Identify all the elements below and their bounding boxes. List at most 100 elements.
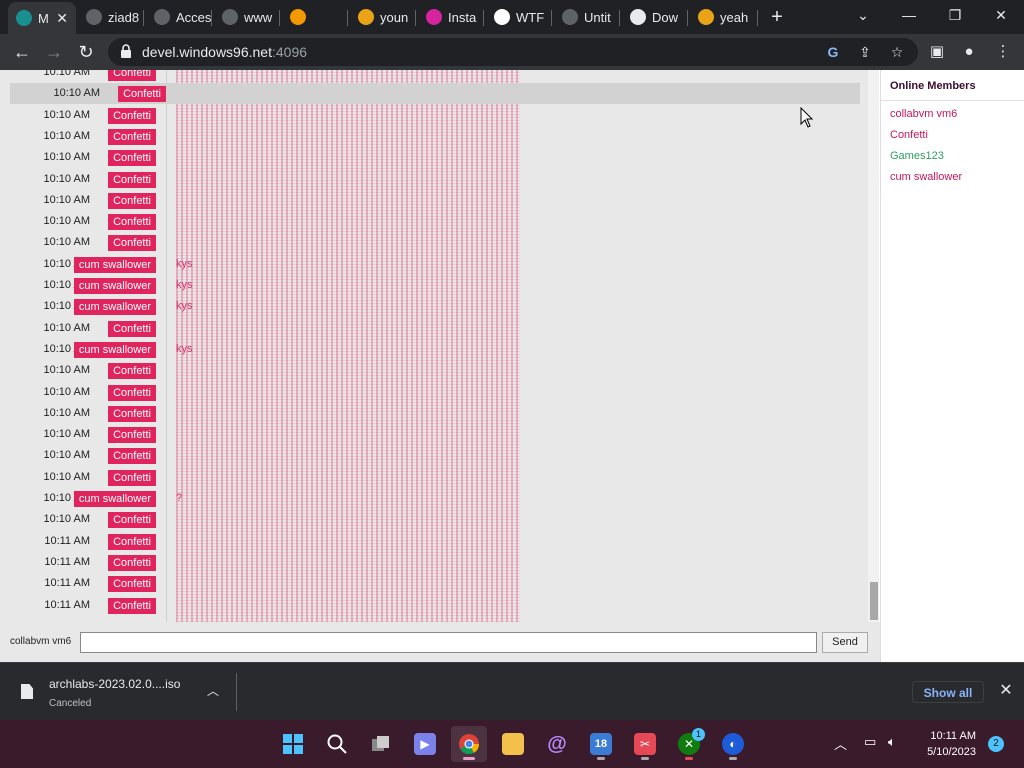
chat-message-input[interactable]	[80, 632, 817, 653]
close-shelf-icon[interactable]: ✕	[996, 681, 1016, 701]
tab-separator	[279, 10, 280, 26]
message-username[interactable]: cum swallower	[73, 278, 156, 294]
volume-icon[interactable]: 🔈︎	[888, 734, 896, 750]
system-clock[interactable]: 10:11 AM 5/10/2023	[912, 728, 976, 760]
teams-chat-button[interactable]: ▶	[407, 726, 443, 762]
tab[interactable]: youn	[350, 4, 416, 30]
message-username[interactable]: cum swallower	[73, 299, 156, 316]
online-member[interactable]: Games123	[890, 150, 944, 162]
restore-button[interactable]: ❐	[940, 4, 970, 26]
message-timestamp: 10:10 AM	[43, 151, 90, 164]
calendar-app-button[interactable]: 18	[583, 726, 619, 762]
tab-search-button[interactable]: ⌄	[848, 4, 878, 26]
message-username[interactable]: Confetti	[108, 128, 156, 145]
message-username[interactable]: Confetti	[108, 320, 156, 337]
start-button[interactable]	[275, 726, 311, 762]
game-app-button[interactable]: ◐	[715, 726, 751, 762]
tab[interactable]: yeah	[690, 4, 758, 30]
message-username[interactable]: Confetti	[108, 384, 156, 401]
chat-log[interactable]: 10:10 AM Confetti 10:10 AM Confetti 10:10 AM…	[0, 70, 868, 622]
reload-button[interactable]: ↻	[74, 40, 98, 64]
lock-icon[interactable]	[120, 44, 132, 58]
back-button[interactable]: ←	[10, 40, 34, 64]
message-timestamp: 10:10 AM	[43, 470, 90, 483]
online-members-title: Online Members	[890, 80, 976, 92]
tab[interactable]: Insta	[418, 4, 484, 30]
side-panel-icon[interactable]: ▣	[928, 43, 946, 61]
forward-button[interactable]: →	[42, 40, 66, 64]
message-username[interactable]: Confetti	[108, 427, 156, 444]
message-username[interactable]: Confetti	[108, 150, 156, 167]
message-username[interactable]: Confetti	[108, 235, 156, 252]
tab-separator	[757, 10, 758, 26]
send-button[interactable]: Send	[822, 632, 868, 653]
message-username[interactable]: Confetti	[108, 512, 156, 529]
snipping-tool-button[interactable]: ✂	[627, 726, 663, 762]
message-timestamp: 10:10 AM	[43, 172, 90, 185]
tab[interactable]: ziad8	[78, 4, 144, 30]
file-explorer-button[interactable]	[495, 726, 531, 762]
message-username[interactable]: Confetti	[108, 192, 156, 209]
bookmark-star-icon[interactable]: ☆	[888, 43, 906, 61]
chat-message-row: 10:10 AM Confetti	[0, 126, 860, 147]
online-member[interactable]: cum swallower	[890, 171, 962, 183]
address-bar[interactable]: devel.windows96.net:4096 G ⇪ ☆	[108, 38, 918, 66]
mail-app-button[interactable]: @	[539, 726, 575, 762]
message-timestamp: 10:10 AM	[43, 108, 90, 121]
xbox-app-button[interactable]: ✕ 1	[671, 726, 707, 762]
new-tab-button[interactable]: +	[766, 6, 788, 28]
chrome-icon	[459, 734, 480, 755]
message-username[interactable]: Confetti	[108, 107, 156, 124]
message-username[interactable]: Confetti	[108, 214, 156, 231]
close-tab-icon[interactable]: ✕	[56, 10, 68, 27]
message-username[interactable]: cum swallower	[73, 256, 156, 273]
chevron-up-icon[interactable]: ︿	[205, 683, 221, 699]
google-lens-icon[interactable]: G	[824, 43, 842, 61]
tab-separator	[483, 10, 484, 26]
tab[interactable]	[282, 4, 348, 30]
menu-kebab-icon[interactable]: ⋮	[994, 43, 1012, 61]
message-username[interactable]: cum swallower	[73, 491, 156, 507]
chrome-taskbar-button[interactable]	[451, 726, 487, 762]
chat-scrollbar-thumb[interactable]	[870, 582, 878, 620]
tab-active[interactable]: M ✕	[8, 2, 76, 34]
page-favicon-icon	[16, 10, 32, 26]
tab[interactable]: Acces	[146, 4, 212, 30]
chat-message-row: 10:10 AM cum swallower kys	[0, 275, 860, 296]
tab[interactable]: www	[214, 4, 280, 30]
search-button[interactable]	[319, 726, 355, 762]
notification-badge[interactable]: 2	[988, 736, 1004, 752]
tab[interactable]: Untit	[554, 4, 620, 30]
chat-message-row: 10:10 AM Confetti	[0, 190, 860, 211]
chat-scrollbar[interactable]	[868, 70, 879, 622]
download-filename[interactable]: archlabs-2023.02.0....iso	[49, 677, 180, 691]
message-username[interactable]: Confetti	[108, 533, 156, 550]
message-username[interactable]: Confetti	[108, 469, 156, 486]
message-username[interactable]: Confetti	[108, 448, 156, 465]
close-window-button[interactable]: ✕	[986, 4, 1016, 26]
download-icon	[630, 9, 646, 25]
minimize-button[interactable]: —	[894, 4, 924, 26]
tab[interactable]: Dow	[622, 4, 688, 30]
message-username[interactable]: Confetti	[108, 405, 156, 422]
tab-label: yeah	[720, 9, 749, 25]
tab[interactable]: WTF	[486, 4, 552, 30]
message-username[interactable]: Confetti	[108, 70, 156, 81]
share-icon[interactable]: ⇪	[856, 43, 874, 61]
message-username[interactable]: Confetti	[108, 554, 156, 571]
message-username[interactable]: cum swallower	[73, 341, 156, 358]
show-all-downloads-button[interactable]: Show all	[912, 681, 984, 703]
instagram-icon	[426, 9, 442, 25]
message-username[interactable]: Confetti	[108, 597, 156, 614]
message-username[interactable]: Confetti	[108, 363, 156, 380]
chevron-up-tray-icon[interactable]: ︿	[834, 734, 847, 753]
online-member[interactable]: Confetti	[890, 129, 928, 141]
online-member[interactable]: collabvm vm6	[890, 108, 957, 120]
task-view-button[interactable]	[363, 726, 399, 762]
profile-icon[interactable]: ●	[960, 43, 978, 61]
message-username[interactable]: Confetti	[108, 576, 156, 593]
message-username[interactable]: Confetti	[118, 86, 166, 103]
message-username[interactable]: Confetti	[108, 171, 156, 188]
network-icon[interactable]: ▭	[864, 734, 876, 750]
task-view-icon	[372, 736, 389, 751]
